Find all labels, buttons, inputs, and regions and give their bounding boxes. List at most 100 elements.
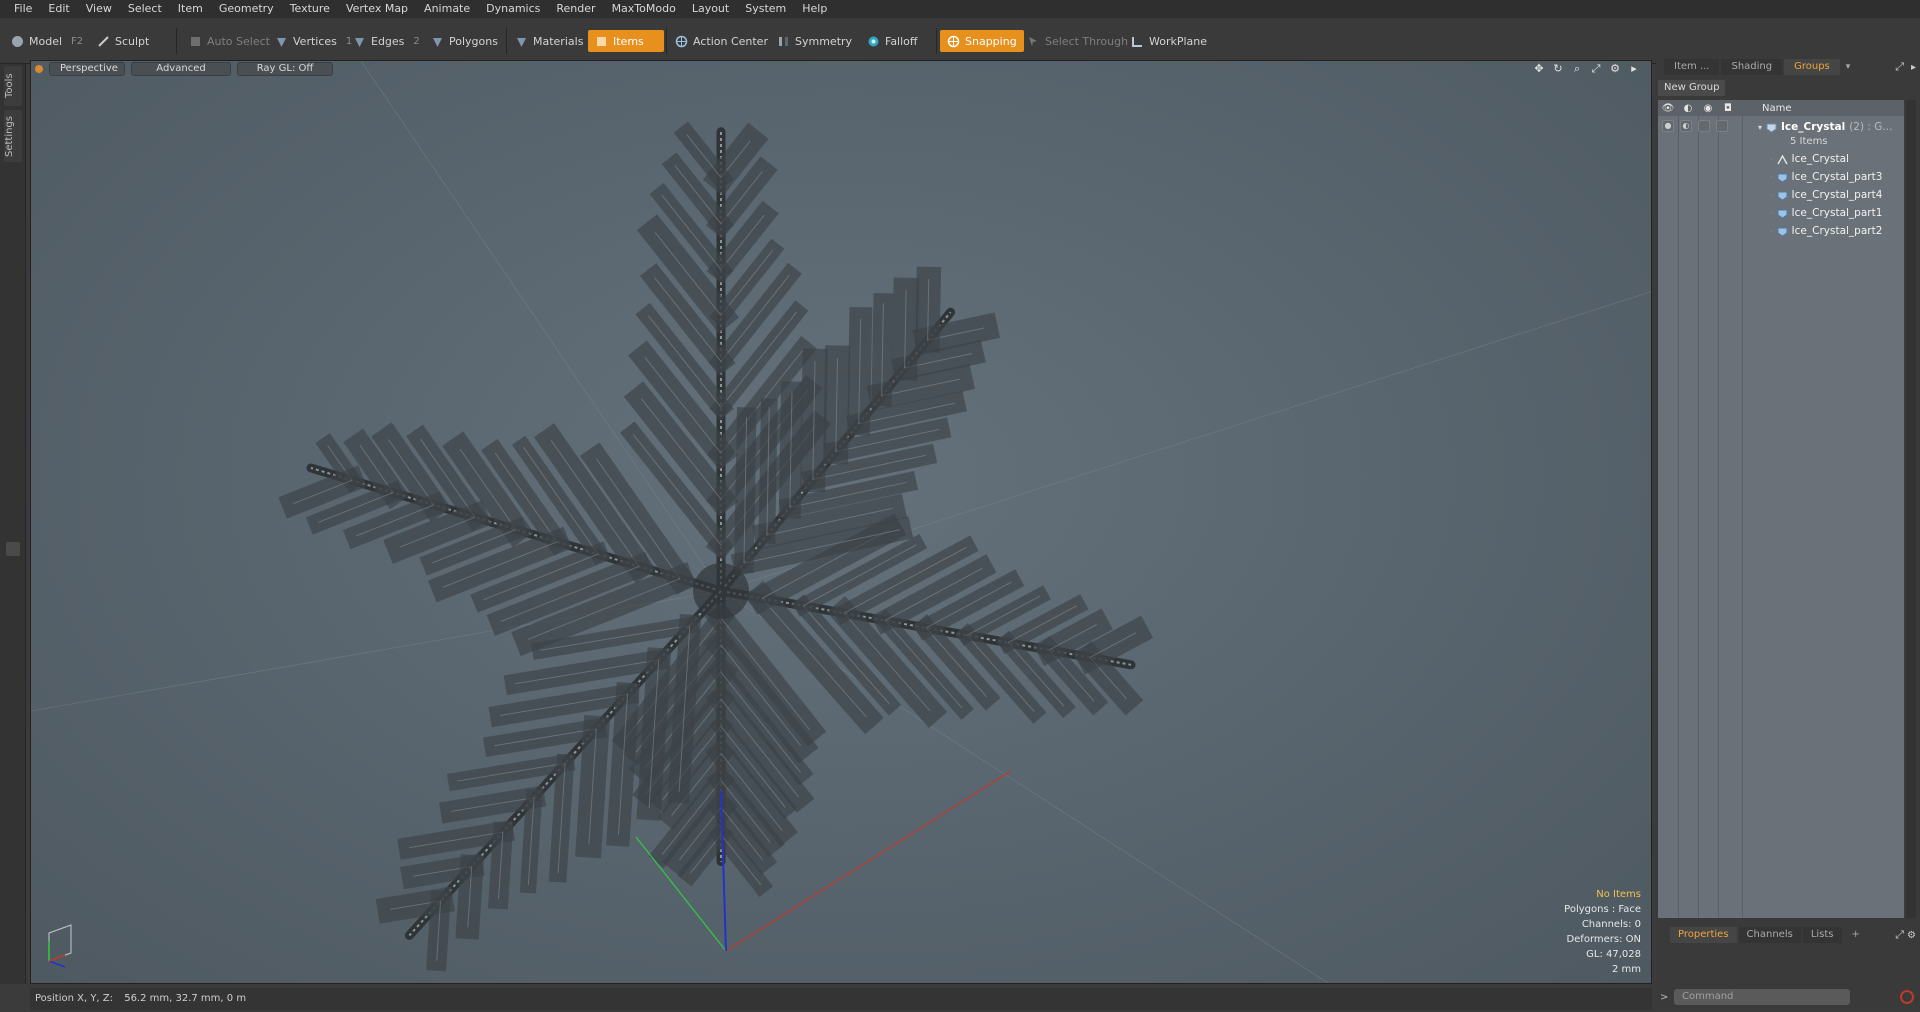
materials-mode-button[interactable]: Materials (508, 30, 590, 52)
pan-icon[interactable]: ✥ (1532, 62, 1546, 76)
group-toggles: ● ◐ (1662, 120, 1728, 132)
toolbar-divider (666, 28, 667, 54)
tree-item-row[interactable]: · Ice_Crystal_part3 (1658, 168, 1904, 186)
command-history-icon[interactable]: > (1660, 992, 1668, 1003)
select-column-icon[interactable]: ◘ (1718, 103, 1738, 114)
group-mesh-icon (1766, 122, 1777, 133)
tab-properties[interactable]: Properties (1670, 927, 1737, 943)
menu-maxtomodo[interactable]: MaxToModo (604, 0, 684, 18)
select-through-icon (1027, 35, 1040, 48)
sculpt-label: Sculpt (115, 34, 150, 48)
menu-help[interactable]: Help (794, 0, 835, 18)
crystal-branch-edge (686, 134, 722, 179)
auto-select-button[interactable]: Auto Select (182, 30, 277, 52)
group-count-row: 5 Items (1658, 132, 1904, 150)
tree-item-row[interactable]: · Ice_Crystal_part1 (1658, 204, 1904, 222)
strip-handle[interactable] (6, 542, 20, 556)
snapping-button[interactable]: Snapping (940, 30, 1024, 52)
polygons-icon (431, 35, 444, 48)
select-through-label: Select Through (1045, 34, 1129, 48)
menu-layout[interactable]: Layout (684, 0, 737, 18)
3d-viewport[interactable]: Perspective Advanced Ray GL: Off ✥ ↻ ⌕ ⤢… (30, 60, 1652, 984)
bottom-settings-icon[interactable]: ⚙ (1907, 930, 1916, 941)
action-center-button[interactable]: Action Center (668, 30, 775, 52)
shading-style-button[interactable]: Advanced (131, 62, 231, 76)
zoom-icon[interactable]: ⌕ (1570, 62, 1584, 76)
menu-geometry[interactable]: Geometry (211, 0, 282, 18)
name-column-header[interactable]: Name (1762, 103, 1792, 114)
viewport-more-icon[interactable]: ▸ (1627, 62, 1641, 76)
view-type-button[interactable]: Perspective (49, 62, 125, 76)
menu-file[interactable]: File (6, 0, 40, 18)
command-record-icon[interactable] (1900, 990, 1914, 1004)
menu-texture[interactable]: Texture (282, 0, 338, 18)
menu-dynamics[interactable]: Dynamics (478, 0, 548, 18)
symmetry-label: Symmetry (795, 34, 853, 48)
workplane-button[interactable]: WorkPlane (1124, 30, 1214, 52)
settings-tab[interactable]: Settings (4, 110, 22, 162)
select-toggle[interactable] (1716, 120, 1728, 132)
viewport-settings-icon[interactable]: ⚙ (1608, 62, 1622, 76)
new-group-button[interactable]: New Group (1658, 80, 1726, 96)
polygons-mode-button[interactable]: Polygons (424, 30, 505, 52)
command-input[interactable]: Command (1674, 989, 1850, 1005)
rotate-icon[interactable]: ↻ (1551, 62, 1565, 76)
tree-line-icon: · (1770, 208, 1773, 218)
tools-tab[interactable]: Tools (4, 66, 22, 106)
panel-maximize-icon[interactable]: ⤢ (1895, 60, 1904, 74)
scene-canvas[interactable] (31, 61, 1652, 984)
panel-tabs: Item ... Shading Groups ▾ ⤢ ▸ (1656, 58, 1920, 76)
auto-select-label: Auto Select (207, 34, 270, 48)
model-mode-button[interactable]: Model F2 (4, 30, 90, 52)
mesh-icon (1777, 226, 1788, 237)
menu-vertex-map[interactable]: Vertex Map (338, 0, 416, 18)
items-mode-button[interactable]: Items (588, 30, 664, 52)
bottom-maximize-icon[interactable]: ⤢ (1895, 928, 1904, 942)
render-column-icon[interactable]: ◐ (1678, 103, 1698, 114)
maximize-icon[interactable]: ⤢ (1589, 62, 1603, 76)
brush-icon (97, 35, 110, 48)
tree-item-row[interactable]: · Ice_Crystal (1658, 150, 1904, 168)
menu-view[interactable]: View (78, 0, 120, 18)
lock-toggle[interactable] (1698, 120, 1710, 132)
render-toggle[interactable]: ◐ (1680, 120, 1692, 132)
tree-item-row[interactable]: · Ice_Crystal_part2 (1658, 222, 1904, 240)
visibility-column-icon[interactable]: 👁 (1658, 103, 1678, 114)
sculpt-mode-button[interactable]: Sculpt (90, 30, 156, 52)
model-shortcut: F2 (71, 35, 84, 47)
orientation-x (48, 954, 66, 962)
lock-column-icon[interactable]: ◉ (1698, 103, 1718, 114)
falloff-button[interactable]: Falloff (860, 30, 924, 52)
visibility-toggle[interactable]: ● (1662, 120, 1674, 132)
select-through-button[interactable]: Select Through (1020, 30, 1135, 52)
menu-select[interactable]: Select (120, 0, 170, 18)
tab-lists[interactable]: Lists (1802, 927, 1842, 943)
vertices-label: Vertices (293, 34, 337, 48)
menu-render[interactable]: Render (548, 0, 603, 18)
orientation-cube (48, 924, 72, 962)
tree-item-row[interactable]: · Ice_Crystal_part4 (1658, 186, 1904, 204)
edges-shortcut: 2 (413, 35, 420, 47)
menu-edit[interactable]: Edit (40, 0, 77, 18)
tab-shading[interactable]: Shading (1721, 59, 1783, 75)
tree-item-cell: · Ice_Crystal_part4 (1770, 189, 1882, 201)
tree-scrollbar[interactable] (1906, 100, 1916, 918)
tree-line-icon: · (1770, 172, 1773, 182)
selection-info: No Items (1596, 889, 1641, 900)
add-tab-button[interactable]: + (1844, 927, 1868, 943)
toolbar-divider (936, 28, 937, 54)
tab-channels[interactable]: Channels (1738, 927, 1801, 943)
raygl-button[interactable]: Ray GL: Off (237, 62, 333, 76)
edges-mode-button[interactable]: Edges 2 (346, 30, 427, 52)
tab-dropdown-icon[interactable]: ▾ (1846, 62, 1851, 72)
collapse-icon[interactable]: ▾ (1758, 123, 1762, 132)
symmetry-button[interactable]: Symmetry (770, 30, 859, 52)
groups-tree: 👁 ◐ ◉ ◘ Name ● ◐ ▾ Ice_Crystal (2) : G..… (1658, 100, 1904, 918)
viewport-menu-icon[interactable] (35, 65, 43, 73)
tab-item-list[interactable]: Item ... (1664, 59, 1720, 75)
tab-groups[interactable]: Groups (1784, 59, 1840, 75)
menu-animate[interactable]: Animate (416, 0, 478, 18)
panel-menu-icon[interactable]: ▸ (1911, 62, 1916, 73)
menu-system[interactable]: System (737, 0, 794, 18)
menu-item[interactable]: Item (170, 0, 211, 18)
